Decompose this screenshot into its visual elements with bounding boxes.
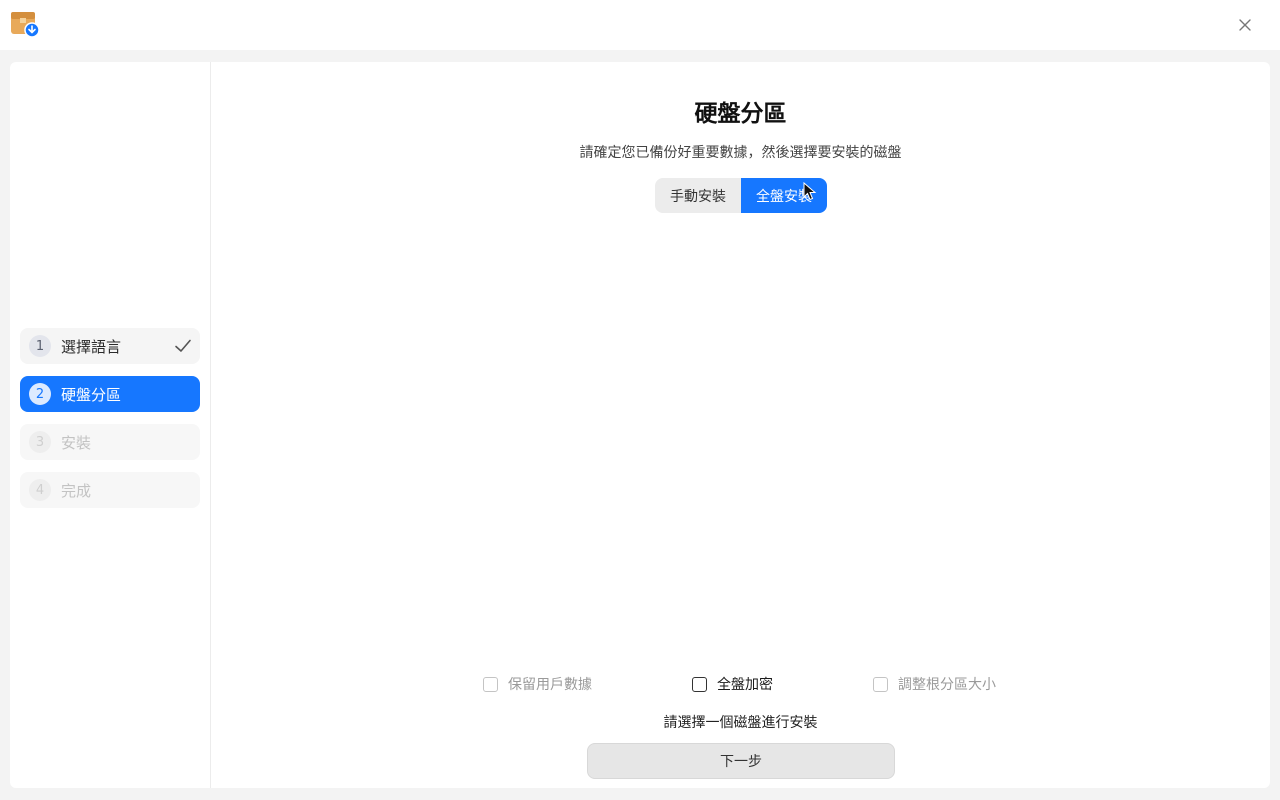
partition-main: 硬盤分區 請確定您已備份好重要數據，然後選擇要安裝的磁盤 手動安裝 全盤安裝 保…: [211, 62, 1270, 788]
resize-root-partition-checkbox[interactable]: 調整根分區大小: [873, 674, 996, 694]
step-select-language: 1 選擇語言: [20, 328, 200, 364]
step-number: 3: [29, 431, 51, 453]
checkbox-label: 全盤加密: [717, 677, 773, 693]
install-options: 保留用戶數據 全盤加密 調整根分區大小: [483, 674, 1013, 698]
step-list: 1 選擇語言 2 硬盤分區 3 安裝 4 完成: [20, 328, 200, 520]
step-sidebar: 1 選擇語言 2 硬盤分區 3 安裝 4 完成: [10, 62, 211, 788]
step-finish: 4 完成: [20, 472, 200, 508]
mouse-cursor-icon: [803, 182, 817, 201]
step-label: 完成: [61, 481, 92, 500]
close-button[interactable]: [1234, 14, 1256, 36]
step-number: 1: [29, 335, 51, 357]
step-number: 2: [29, 383, 51, 405]
checkmark-icon: [175, 339, 191, 352]
checkbox-box: [692, 676, 707, 692]
close-icon: [1239, 19, 1251, 31]
title-bar: [0, 0, 1280, 50]
page-subtitle: 請確定您已備份好重要數據，然後選擇要安裝的磁盤: [579, 145, 902, 161]
step-disk-partition: 2 硬盤分區: [20, 376, 200, 412]
step-number: 4: [29, 479, 51, 501]
full-disk-encryption-checkbox[interactable]: 全盤加密: [692, 674, 773, 694]
checkbox-label: 調整根分區大小: [898, 677, 996, 693]
step-install: 3 安裝: [20, 424, 200, 460]
step-label: 選擇語言: [61, 337, 122, 356]
tab-manual-install[interactable]: 手動安裝: [655, 178, 741, 213]
checkbox-label: 保留用戶數據: [508, 677, 592, 693]
next-button[interactable]: 下一步: [587, 743, 895, 779]
checkbox-box: [873, 676, 888, 692]
install-mode-switch: 手動安裝 全盤安裝: [655, 178, 827, 213]
keep-user-data-checkbox[interactable]: 保留用戶數據: [483, 674, 592, 694]
page-title: 硬盤分區: [694, 101, 787, 127]
installer-panel: 1 選擇語言 2 硬盤分區 3 安裝 4 完成 硬盤分區 請確定您已備份好重要數…: [10, 62, 1270, 788]
select-disk-hint: 請選擇一個磁盤進行安裝: [663, 715, 818, 731]
checkbox-box: [483, 676, 498, 692]
step-label: 硬盤分區: [61, 385, 122, 404]
step-label: 安裝: [61, 433, 92, 452]
installer-box-icon: [10, 10, 40, 38]
